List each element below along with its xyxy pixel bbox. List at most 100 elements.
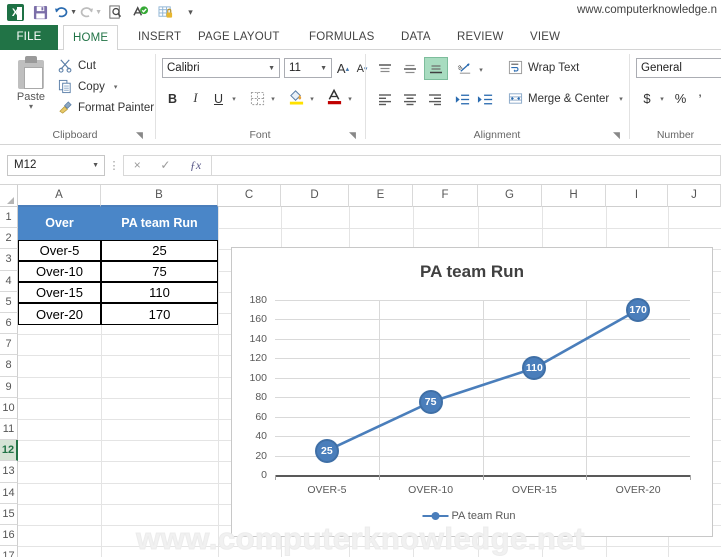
row-header-13[interactable]: 13 xyxy=(0,461,18,483)
percent-format-button[interactable]: % xyxy=(673,88,688,109)
row-header-2[interactable]: 2 xyxy=(0,228,18,250)
save-icon[interactable] xyxy=(29,2,52,23)
orientation-dropdown-icon[interactable]: ▾ xyxy=(476,59,486,80)
table-cell[interactable]: Over-15 xyxy=(18,282,101,304)
italic-button[interactable]: I xyxy=(187,88,204,109)
column-header-b[interactable]: B xyxy=(101,185,218,207)
paste-button[interactable]: Paste ▾ xyxy=(8,56,54,111)
bold-button[interactable]: B xyxy=(164,88,181,109)
enter-formula-icon[interactable]: ✓ xyxy=(160,158,170,172)
row-header-12[interactable]: 12 xyxy=(0,440,18,462)
customize-qat-icon[interactable]: ▾ xyxy=(179,2,202,23)
comma-format-button[interactable]: ’ xyxy=(693,88,707,109)
tab-data[interactable]: DATA xyxy=(392,25,440,50)
tab-formulas[interactable]: FORMULAS xyxy=(300,25,384,50)
table-cell[interactable]: 170 xyxy=(101,303,218,325)
font-name-box[interactable]: Calibri ▼ xyxy=(162,58,280,78)
align-left-button[interactable] xyxy=(374,89,396,110)
cancel-formula-icon[interactable]: × xyxy=(134,158,141,172)
underline-button[interactable]: U xyxy=(210,88,227,109)
row-header-4[interactable]: 4 xyxy=(0,270,18,292)
decrease-indent-button[interactable] xyxy=(452,89,472,110)
row-header-3[interactable]: 3 xyxy=(0,249,18,271)
row-header-15[interactable]: 15 xyxy=(0,503,18,525)
align-right-button[interactable] xyxy=(424,89,446,110)
fill-color-dropdown-icon[interactable]: ▾ xyxy=(307,88,317,109)
column-header-d[interactable]: D xyxy=(281,185,349,207)
merge-center-dropdown-icon[interactable]: ▾ xyxy=(619,95,623,103)
redo-icon[interactable]: ▼ xyxy=(79,2,102,23)
table-cell[interactable]: 25 xyxy=(101,239,218,262)
wrap-text-button[interactable]: Wrap Text xyxy=(508,60,579,75)
column-header-j[interactable]: J xyxy=(668,185,721,207)
increase-font-size-button[interactable]: A ▴ xyxy=(335,58,351,79)
align-middle-button[interactable] xyxy=(399,58,421,79)
spelling-icon[interactable] xyxy=(129,2,152,23)
align-center-button[interactable] xyxy=(399,89,421,110)
name-box-dropdown-icon[interactable]: ▼ xyxy=(92,162,99,169)
chart-data-point[interactable]: 110 xyxy=(522,356,547,381)
formula-input[interactable] xyxy=(211,154,721,176)
column-header-e[interactable]: E xyxy=(349,185,413,207)
column-header-h[interactable]: H xyxy=(542,185,606,207)
row-header-8[interactable]: 8 xyxy=(0,355,18,377)
chart-data-point[interactable]: 25 xyxy=(314,438,339,463)
line-chart[interactable]: PA team Run 25 75 110 170 0 20 40 60 80 100 120 14… xyxy=(231,247,713,537)
row-header-14[interactable]: 14 xyxy=(0,482,18,504)
row-header-7[interactable]: 7 xyxy=(0,334,18,356)
tab-page-layout[interactable]: PAGE LAYOUT xyxy=(189,25,289,50)
table-cell[interactable]: Over-20 xyxy=(18,303,101,325)
font-color-dropdown-icon[interactable]: ▾ xyxy=(345,88,355,109)
number-format-box[interactable]: General xyxy=(636,58,721,78)
row-header-16[interactable]: 16 xyxy=(0,525,18,547)
column-header-i[interactable]: I xyxy=(606,185,668,207)
select-all-corner[interactable] xyxy=(0,185,18,207)
copy-dropdown-icon[interactable]: ▾ xyxy=(114,83,118,91)
column-header-g[interactable]: G xyxy=(478,185,542,207)
fill-color-button[interactable] xyxy=(287,86,306,107)
protect-sheet-icon[interactable] xyxy=(154,2,177,23)
font-name-dropdown-icon[interactable]: ▼ xyxy=(268,65,275,72)
table-cell[interactable]: Over-5 xyxy=(18,239,101,262)
column-header-f[interactable]: F xyxy=(413,185,478,207)
tab-insert[interactable]: INSERT xyxy=(129,25,190,50)
clipboard-dialog-launcher[interactable]: ◥ xyxy=(136,130,145,140)
column-header-c[interactable]: C xyxy=(218,185,281,207)
align-bottom-button[interactable] xyxy=(424,57,448,80)
align-top-button[interactable] xyxy=(374,58,396,79)
paste-dropdown-icon[interactable]: ▾ xyxy=(8,103,54,111)
name-box[interactable]: M12 ▼ xyxy=(7,154,105,176)
currency-format-button[interactable]: $ xyxy=(640,88,654,109)
chart-data-point[interactable]: 75 xyxy=(418,390,443,415)
row-header-10[interactable]: 10 xyxy=(0,397,18,419)
insert-function-icon[interactable]: ƒx xyxy=(190,158,201,173)
table-header-cell[interactable]: PA team Run xyxy=(101,207,218,240)
font-size-box[interactable]: 11 ▼ xyxy=(284,58,332,78)
row-header-17[interactable]: 17 xyxy=(0,546,18,557)
table-cell[interactable]: 75 xyxy=(101,261,218,283)
borders-dropdown-icon[interactable]: ▾ xyxy=(268,88,278,109)
font-dialog-launcher[interactable]: ◥ xyxy=(349,130,358,140)
chart-legend[interactable]: PA team Run xyxy=(422,510,516,522)
tab-review[interactable]: REVIEW xyxy=(448,25,513,50)
cut-button[interactable]: Cut xyxy=(58,58,96,73)
format-painter-button[interactable]: Format Painter xyxy=(58,100,154,115)
table-cell[interactable]: Over-10 xyxy=(18,261,101,283)
underline-dropdown-icon[interactable]: ▾ xyxy=(229,88,239,109)
row-header-6[interactable]: 6 xyxy=(0,313,18,335)
alignment-dialog-launcher[interactable]: ◥ xyxy=(613,130,622,140)
tab-file[interactable]: FILE xyxy=(0,25,58,50)
formula-bar-grip[interactable]: ⋮ xyxy=(105,159,123,172)
undo-icon[interactable]: ▼ xyxy=(54,2,77,23)
font-size-dropdown-icon[interactable]: ▼ xyxy=(320,65,327,72)
row-header-1[interactable]: 1 xyxy=(0,207,18,229)
font-color-button[interactable] xyxy=(325,86,344,107)
print-preview-icon[interactable] xyxy=(104,2,127,23)
tab-home[interactable]: HOME xyxy=(63,25,119,51)
table-cell[interactable]: 110 xyxy=(101,282,218,304)
row-header-11[interactable]: 11 xyxy=(0,419,18,441)
row-header-9[interactable]: 9 xyxy=(0,376,18,398)
orientation-button[interactable]: a xyxy=(455,57,475,78)
merge-center-button[interactable]: Merge & Center ▾ xyxy=(508,91,623,106)
copy-button[interactable]: Copy ▾ xyxy=(58,79,117,94)
